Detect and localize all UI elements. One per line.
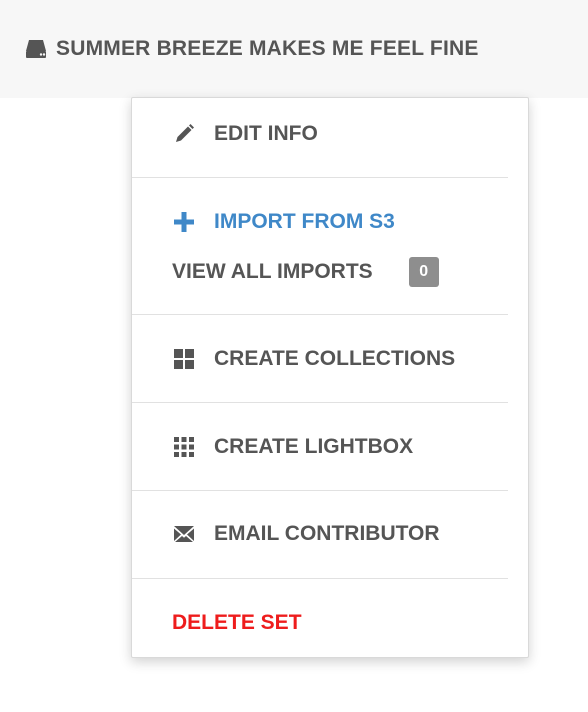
edit-info-item[interactable]: EDIT INFO [172,114,318,154]
envelope-icon [172,522,196,546]
hard-drive-icon [24,37,48,61]
menu-divider [132,314,508,315]
view-all-imports-item[interactable]: VIEW ALL IMPORTS 0 [172,252,439,292]
create-collections-item[interactable]: CREATE COLLECTIONS [172,339,455,379]
create-lightbox-item[interactable]: CREATE LIGHTBOX [172,427,413,467]
menu-divider [132,490,508,491]
delete-set-label: DELETE SET [172,611,302,634]
delete-set-item[interactable]: DELETE SET [172,603,302,643]
edit-info-label: EDIT INFO [214,122,318,145]
plus-icon [172,210,196,234]
set-title-button[interactable]: SUMMER BREEZE MAKES ME FEEL FINE [24,34,479,64]
grid-large-icon [172,347,196,371]
email-contributor-item[interactable]: EMAIL CONTRIBUTOR [172,514,440,554]
menu-divider [132,402,508,403]
grid-small-icon [172,435,196,459]
menu-divider [132,578,508,579]
imports-count-badge: 0 [408,257,439,287]
menu-divider [132,177,508,178]
create-lightbox-label: CREATE LIGHTBOX [214,435,414,458]
set-title-text: SUMMER BREEZE MAKES ME FEEL FINE [56,37,479,60]
import-from-s3-item[interactable]: IMPORT FROM S3 [172,202,395,242]
create-collections-label: CREATE COLLECTIONS [214,347,456,370]
pencil-icon [172,122,196,146]
view-all-imports-label: VIEW ALL IMPORTS [172,260,373,283]
header-bar: SUMMER BREEZE MAKES ME FEEL FINE [0,0,588,98]
set-actions-menu: EDIT INFO IMPORT FROM S3 VIEW ALL IMPORT… [131,97,529,658]
email-contributor-label: EMAIL CONTRIBUTOR [214,522,440,545]
import-from-s3-label: IMPORT FROM S3 [214,210,395,233]
